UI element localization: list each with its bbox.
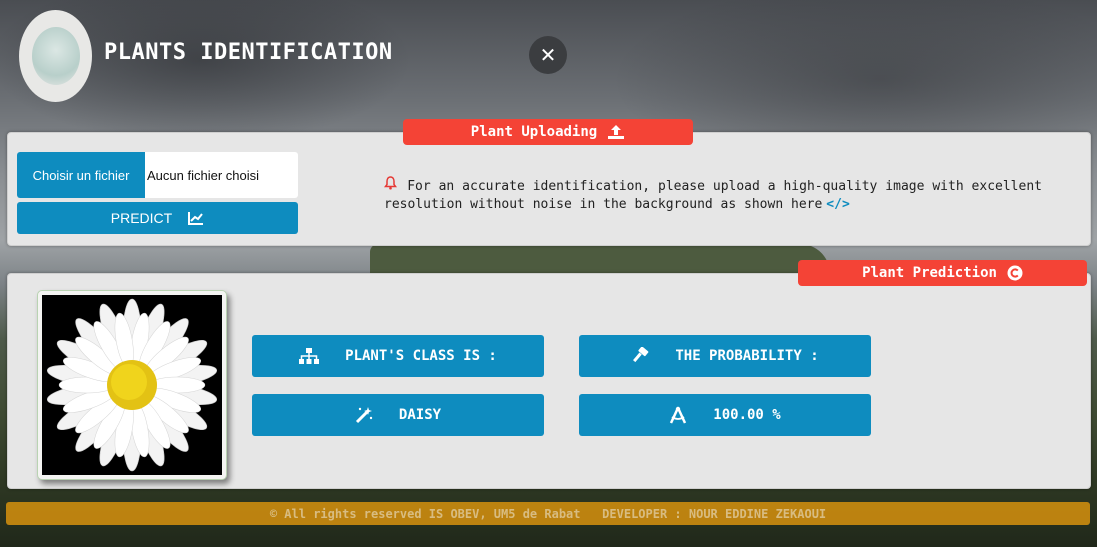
upload-notice: For an accurate identification, please u… — [384, 176, 1042, 214]
background-mountain — [370, 244, 830, 276]
bell-icon — [384, 176, 401, 194]
page-title: PLANTS IDENTIFICATION — [104, 40, 393, 65]
probability-heading-label: THE PROBABILITY : — [675, 348, 819, 364]
file-input[interactable]: Choisir un fichier Aucun fichier choisi — [17, 152, 298, 198]
compass-icon — [669, 406, 687, 424]
tab-plant-prediction: Plant Prediction — [798, 260, 1087, 286]
magic-wand-icon — [355, 406, 373, 424]
file-status: Aucun fichier choisi — [147, 167, 259, 183]
class-heading-label: PLANT'S CLASS IS : — [345, 348, 497, 364]
predict-button[interactable]: PREDICT — [17, 202, 298, 234]
class-value: DAISY — [398, 407, 442, 423]
logo-emblem — [31, 27, 80, 85]
probability-heading: THE PROBABILITY : — [579, 335, 871, 377]
predict-label: PREDICT — [110, 210, 173, 226]
hammer-icon — [631, 347, 649, 365]
footer-text: © All rights reserved IS OBEV, UM5 de Ra… — [269, 506, 827, 521]
tab-prediction-label: Plant Prediction — [862, 265, 997, 281]
probability-value: 100.00 % — [713, 407, 781, 423]
copyright-icon — [1007, 265, 1023, 281]
daisy-image — [46, 298, 218, 472]
tab-uploading-label: Plant Uploading — [470, 124, 598, 140]
probability-result: 100.00 % — [579, 394, 871, 436]
plant-image — [42, 295, 222, 475]
sitemap-icon — [299, 348, 320, 364]
notice-text: For an accurate identification, please u… — [384, 179, 1042, 212]
upload-icon — [607, 124, 625, 140]
logo — [19, 10, 92, 102]
plant-image-frame — [37, 290, 227, 480]
footer: © All rights reserved IS OBEV, UM5 de Ra… — [6, 502, 1090, 525]
chart-icon — [188, 211, 204, 225]
tab-plant-uploading: Plant Uploading — [403, 119, 693, 145]
code-icon[interactable]: </> — [826, 197, 849, 212]
close-button[interactable]: ✕ — [529, 36, 567, 74]
class-result: DAISY — [252, 394, 544, 436]
class-heading: PLANT'S CLASS IS : — [252, 335, 544, 377]
choose-file-button[interactable]: Choisir un fichier — [17, 152, 145, 198]
